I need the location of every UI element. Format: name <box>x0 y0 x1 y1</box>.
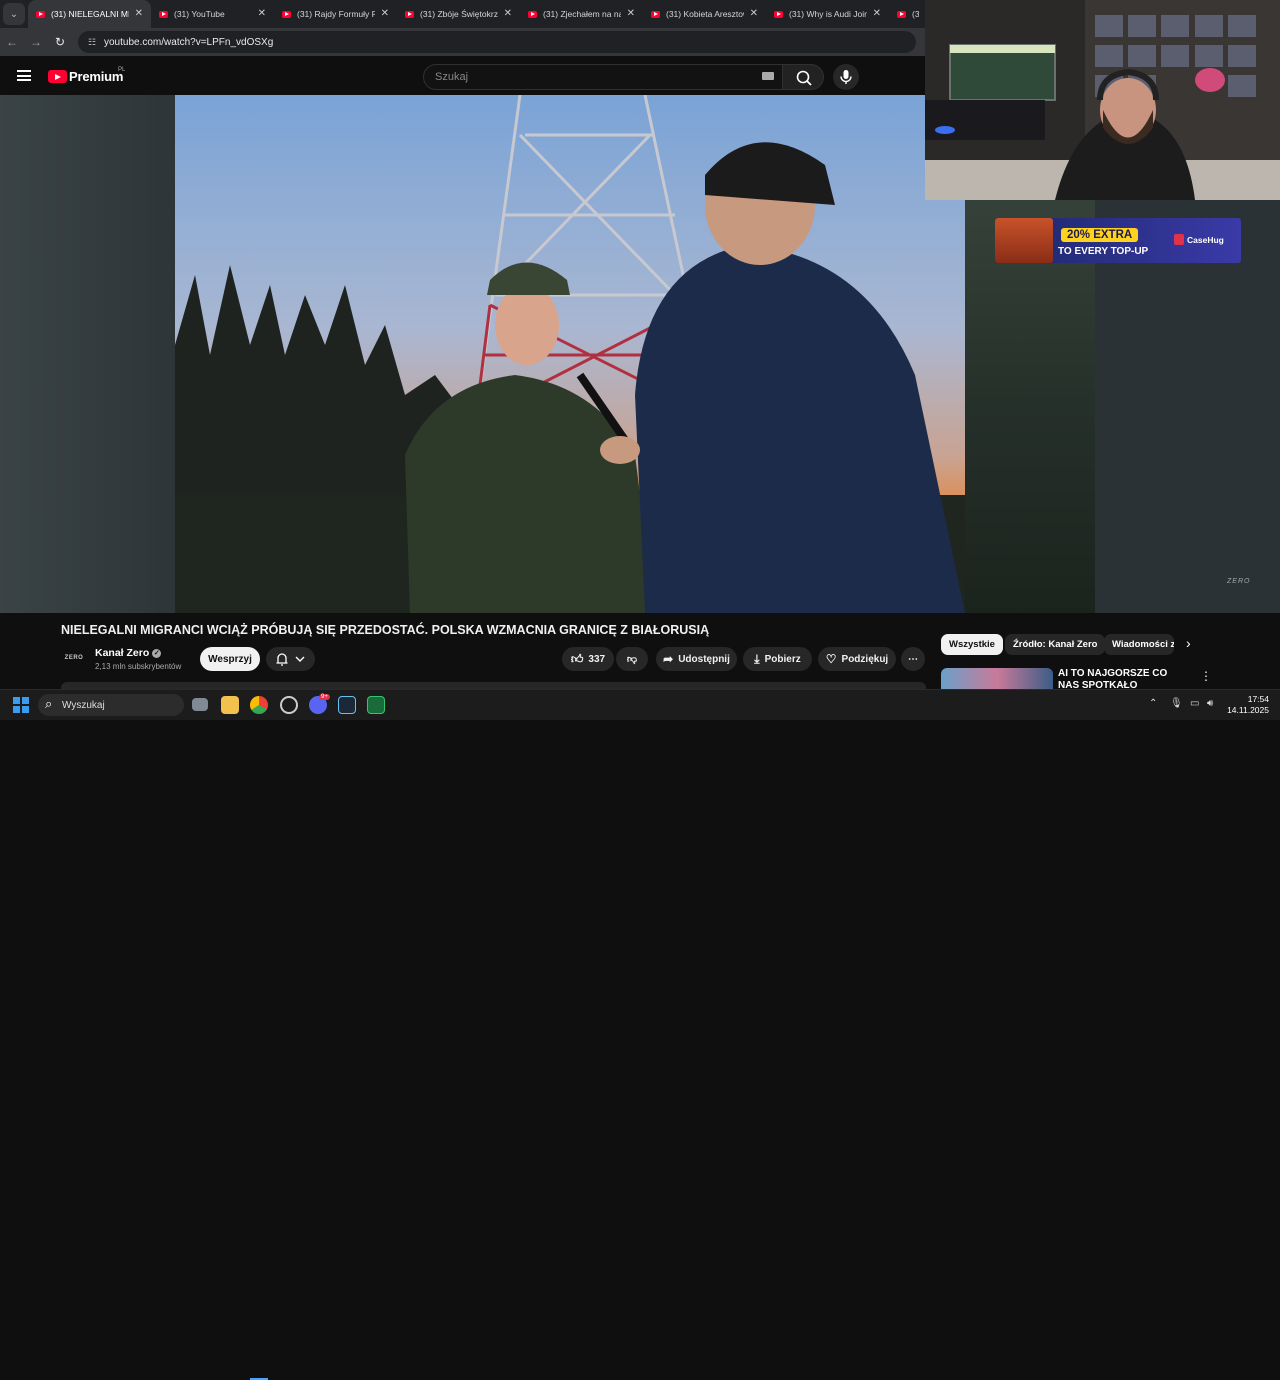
ad-headline: 20% EXTRA <box>1061 228 1139 242</box>
chip-all[interactable]: Wszystkie <box>941 634 1003 655</box>
steam-icon[interactable] <box>338 696 356 714</box>
share-icon: ➦ <box>663 652 674 666</box>
chevron-up-icon[interactable]: ⌃ <box>1149 698 1157 709</box>
video-details: NIELEGALNI MIGRANCI WCIĄŻ PRÓBUJĄ SIĘ PR… <box>0 613 1280 690</box>
download-icon: ⤓ <box>754 651 760 666</box>
browser-tab[interactable]: (31) Rajdy Formuły Polski✕ <box>274 0 397 28</box>
youtube-favicon-icon <box>528 10 537 18</box>
chip-news[interactable]: Wiadomości ze <box>1104 634 1174 655</box>
youtube-favicon-icon <box>282 10 291 18</box>
browser-tab[interactable]: (31) NIELEGALNI MIGRANCI✕ <box>28 0 151 28</box>
more-vertical-icon[interactable]: ⋮ <box>1200 669 1212 683</box>
region-label: PL <box>118 67 126 73</box>
search-button[interactable] <box>782 64 824 90</box>
youtube-favicon-icon <box>897 10 906 18</box>
youtube-favicon-icon <box>405 10 414 18</box>
youtube-favicon-icon <box>651 10 660 18</box>
tab-search-button[interactable]: ⌄ <box>3 3 25 25</box>
brand-label[interactable]: Premium <box>69 69 123 84</box>
back-arrow-icon[interactable]: ← <box>0 35 24 49</box>
menu-icon[interactable] <box>17 70 31 81</box>
chevron-right-icon[interactable]: › <box>1186 635 1191 651</box>
youtube-favicon-icon <box>159 10 168 18</box>
microphone-tray-icon[interactable]: 🎙︎ <box>1170 698 1183 709</box>
discord-badge: 9+ <box>319 694 330 700</box>
browser-tab[interactable]: (31) Zjechałem na naszą✕ <box>520 0 643 28</box>
browser-toolbar: ← → ↻ ☷ youtube.com/watch?v=LPFn_vdOSXg <box>0 28 925 56</box>
task-view-icon[interactable] <box>192 698 208 711</box>
address-bar[interactable]: ☷ youtube.com/watch?v=LPFn_vdOSXg <box>78 31 916 53</box>
url-text: youtube.com/watch?v=LPFn_vdOSXg <box>104 36 274 48</box>
recommendation-title[interactable]: AI TO NAJGORSZE CO NAS SPOTKAŁO <box>1058 668 1188 689</box>
sponsor-banner[interactable]: 20% EXTRA TO EVERY TOP-UP CaseHug <box>995 218 1241 263</box>
terminal-icon[interactable] <box>367 696 385 714</box>
ad-subline: TO EVERY TOP-UP <box>1058 246 1149 257</box>
verified-icon: ✓ <box>152 649 162 658</box>
youtube-logo-icon[interactable] <box>48 70 67 83</box>
windows-taskbar: Wyszukaj 9+ ⌃ 🎙︎ ▭ 🔊︎ 17:54 14.11.2025 <box>0 689 1280 1380</box>
search-icon <box>796 70 812 86</box>
keyboard-icon[interactable] <box>762 72 774 80</box>
chip-source-channel[interactable]: Źródło: Kanał Zero <box>1005 634 1106 655</box>
browser-tab[interactable]: (31) Zbóje Świętokrzyscy✕ <box>397 0 520 28</box>
thanks-button[interactable]: ♡ Podziękuj <box>818 647 896 671</box>
chrome-icon[interactable] <box>250 696 268 714</box>
youtube-favicon-icon <box>36 10 45 18</box>
treasure-chest-icon <box>995 218 1053 263</box>
like-count: 337 <box>588 653 606 665</box>
browser-tab[interactable]: (31) <box>889 0 919 28</box>
streamer-webcam <box>925 0 1280 200</box>
channel-name[interactable]: Kanał Zero ✓ <box>95 647 162 659</box>
browser-tab[interactable]: (31) Kobieta Aresztowana✕ <box>643 0 766 28</box>
support-button[interactable]: Wesprzyj <box>200 647 260 671</box>
ad-brand: CaseHug <box>1187 235 1224 245</box>
close-tab-icon[interactable]: ✕ <box>627 8 635 19</box>
windows-start-icon[interactable] <box>13 697 29 713</box>
close-tab-icon[interactable]: ✕ <box>873 8 881 19</box>
video-blur-left <box>0 95 176 613</box>
notifications-button[interactable] <box>266 647 315 671</box>
forward-arrow-icon[interactable]: → <box>24 35 48 49</box>
taskbar-search-input[interactable]: Wyszukaj <box>38 694 184 716</box>
network-icon[interactable]: ▭ <box>1190 698 1199 709</box>
browser-tab-strip: ⌄ (31) NIELEGALNI MIGRANCI✕ (31) YouTube… <box>0 0 925 28</box>
recommendation-thumbnail[interactable] <box>941 668 1053 689</box>
share-button[interactable]: ➦ Udostępnij <box>656 647 737 671</box>
like-button[interactable]: 👍︎ 337 <box>562 647 614 671</box>
casehug-logo-icon <box>1174 234 1184 245</box>
browser-tab[interactable]: (31) Why is Audi Joining✕ <box>766 0 889 28</box>
more-horizontal-icon: ⋯ <box>908 653 918 665</box>
youtube-favicon-icon <box>774 10 783 18</box>
more-actions-button[interactable]: ⋯ <box>901 647 925 671</box>
reload-icon[interactable]: ↻ <box>48 35 72 49</box>
close-tab-icon[interactable]: ✕ <box>750 8 758 19</box>
subscriber-count: 2,13 mln subskrybentów <box>95 662 182 671</box>
browser-tab[interactable]: (31) YouTube ✕ <box>151 0 274 28</box>
video-title: NIELEGALNI MIGRANCI WCIĄŻ PRÓBUJĄ SIĘ PR… <box>61 623 710 637</box>
system-clock[interactable]: 17:54 14.11.2025 <box>1227 694 1269 716</box>
youtube-header: Premium PL Szukaj <box>0 56 925 96</box>
volume-icon[interactable]: 🔊︎ <box>1207 698 1213 709</box>
webcam-frame <box>925 0 1280 200</box>
file-explorer-icon[interactable] <box>221 696 239 714</box>
thumbs-up-icon: 👍︎ <box>570 651 584 666</box>
close-tab-icon[interactable]: ✕ <box>258 8 266 19</box>
close-tab-icon[interactable]: ✕ <box>504 8 512 19</box>
thanks-icon: ♡ <box>825 652 837 666</box>
close-tab-icon[interactable]: ✕ <box>381 8 389 19</box>
site-settings-icon[interactable]: ☷ <box>88 37 98 48</box>
microphone-icon <box>840 70 852 84</box>
download-button[interactable]: ⤓ Pobierz <box>743 647 812 671</box>
video-watermark: ZERO <box>1227 578 1251 585</box>
voice-search-button[interactable] <box>833 64 859 90</box>
close-tab-icon[interactable]: ✕ <box>135 8 143 19</box>
search-input[interactable]: Szukaj <box>423 64 787 90</box>
bell-icon <box>276 653 304 666</box>
thumbs-down-icon: 👎︎ <box>626 654 638 665</box>
app-icon[interactable] <box>280 696 298 714</box>
dislike-button[interactable]: 👎︎ <box>616 647 648 671</box>
channel-avatar[interactable]: ZERO <box>62 650 86 666</box>
chevron-down-icon: ⌄ <box>9 8 19 20</box>
